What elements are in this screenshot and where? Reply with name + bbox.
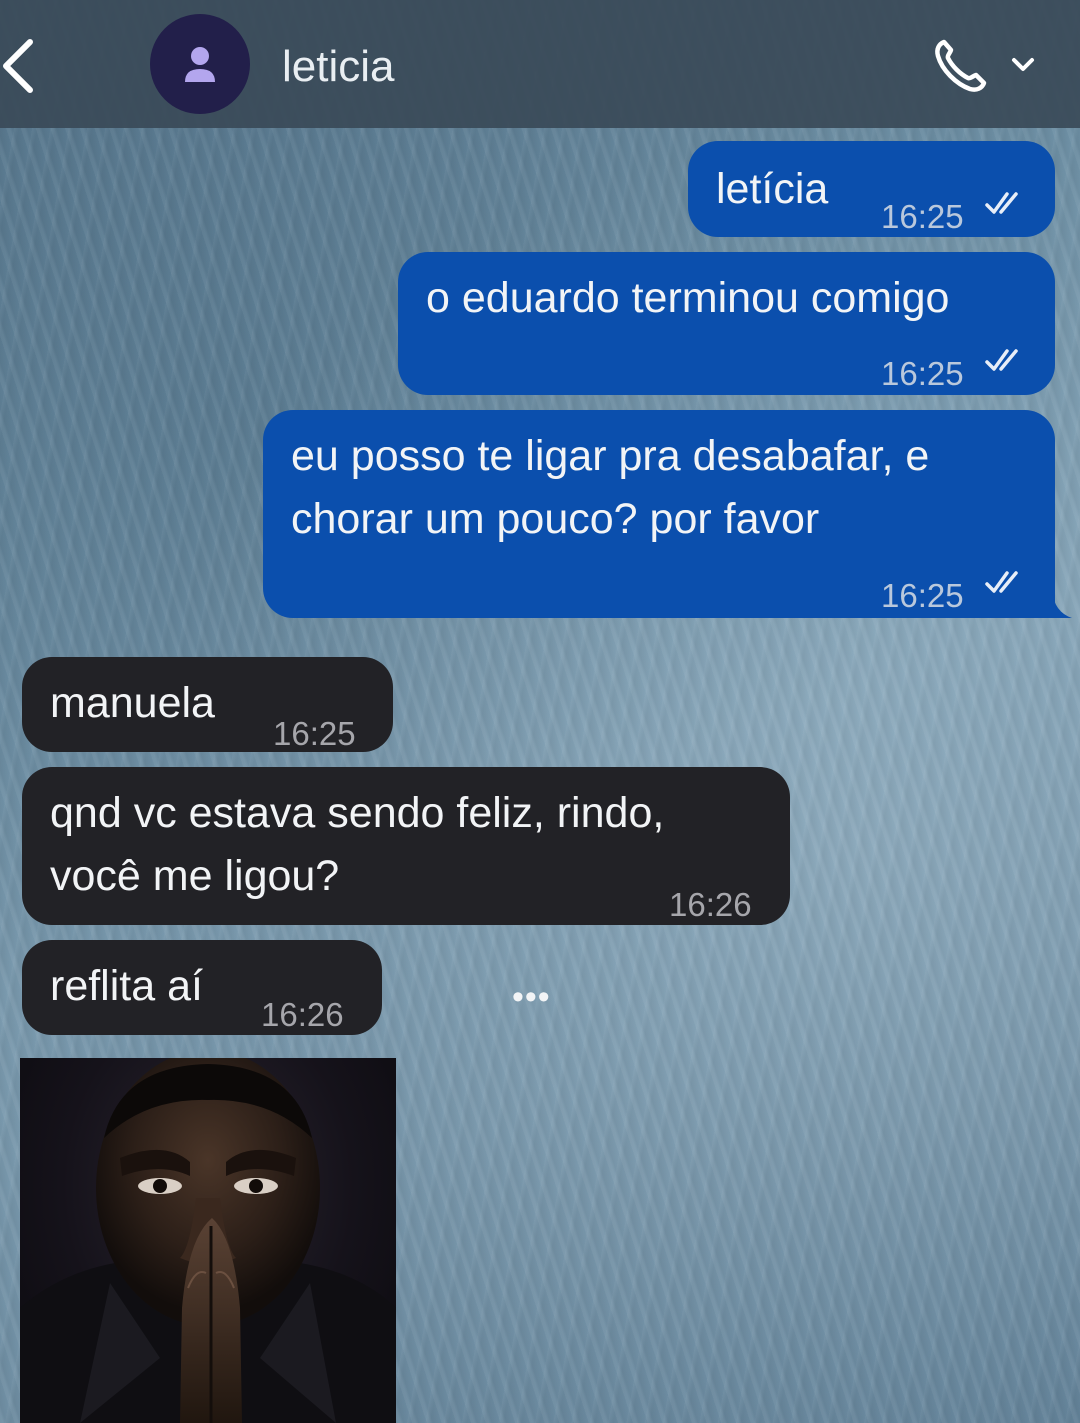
bubble-tail <box>1040 590 1072 618</box>
message-bubble-incoming[interactable]: manuela 16:25 <box>22 657 393 752</box>
double-check-icon <box>985 349 1018 371</box>
image-message[interactable] <box>20 1058 396 1423</box>
message-bubble-outgoing[interactable]: eu posso te ligar pra desabafar, e chora… <box>263 410 1055 618</box>
message-time: 16:25 <box>273 715 356 752</box>
message-text: manuela <box>50 679 215 727</box>
message-bubble-incoming[interactable]: reflita aí 16:26 <box>22 940 382 1035</box>
message-bubble-outgoing[interactable]: letícia 16:25 <box>688 141 1055 237</box>
message-bubble-outgoing[interactable]: o eduardo terminou comigo 16:25 <box>398 252 1055 395</box>
person-icon <box>185 47 215 82</box>
phone-icon <box>935 39 987 92</box>
message-text: o eduardo terminou comigo <box>426 274 950 322</box>
message-bubble-incoming[interactable]: qnd vc estava sendo feliz, rindo, você m… <box>22 767 790 925</box>
message-text-line: qnd vc estava sendo feliz, rindo, <box>50 789 665 837</box>
typing-indicator: ••• <box>512 978 551 1016</box>
chat-header: leticia <box>0 0 1080 128</box>
chevron-down-icon <box>1012 58 1034 71</box>
message-time: 16:25 <box>881 577 964 614</box>
double-check-icon <box>985 192 1018 214</box>
contact-name[interactable]: leticia <box>282 42 395 92</box>
message-text: reflita aí <box>50 962 203 1010</box>
message-time: 16:26 <box>669 886 752 923</box>
message-text: letícia <box>716 165 829 213</box>
message-time: 16:25 <box>881 198 964 235</box>
chevron-left-icon[interactable] <box>0 30 46 100</box>
double-check-icon <box>985 571 1018 593</box>
message-time: 16:25 <box>881 355 964 392</box>
call-button[interactable] <box>930 36 1040 96</box>
avatar[interactable] <box>150 14 250 114</box>
message-time: 16:26 <box>261 996 344 1033</box>
message-text-line: eu posso te ligar pra desabafar, e <box>291 432 930 480</box>
message-text-line: chorar um pouco? por favor <box>291 495 820 543</box>
message-text-line: você me ligou? <box>50 852 340 900</box>
man-praying-portrait <box>20 1058 396 1423</box>
